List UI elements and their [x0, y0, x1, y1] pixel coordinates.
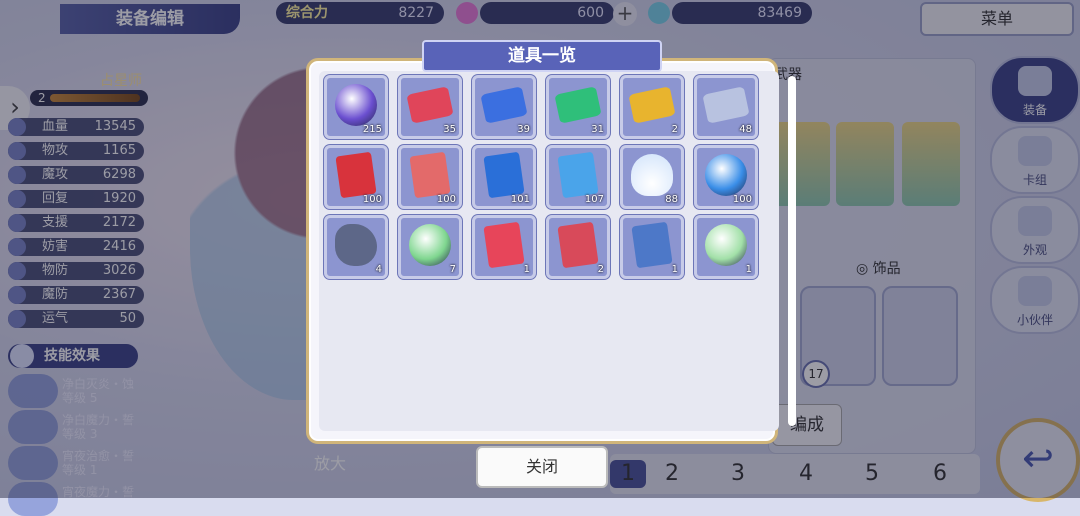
green-feather-token-icon: [409, 224, 451, 266]
item-quantity: 2: [671, 124, 678, 135]
item-slot[interactable]: 1: [694, 215, 758, 279]
dress-card-icon: [483, 221, 525, 269]
item-quantity: 4: [375, 264, 382, 275]
item-quantity: 48: [739, 124, 752, 135]
item-slot[interactable]: 39: [472, 75, 536, 139]
silver-ticket-icon: [702, 86, 750, 124]
item-quantity: 1: [745, 264, 752, 275]
item-slot[interactable]: 35: [398, 75, 462, 139]
item-slot[interactable]: 101: [472, 145, 536, 209]
item-slot[interactable]: 2: [620, 75, 684, 139]
item-quantity: 1: [523, 264, 530, 275]
item-slot[interactable]: 4: [324, 215, 388, 279]
item-quantity: 107: [584, 194, 604, 205]
item-quantity: 101: [510, 194, 530, 205]
item-quantity: 31: [591, 124, 604, 135]
gold-ticket-icon: [628, 86, 676, 124]
blue-ticket-icon: [480, 86, 528, 124]
item-quantity: 88: [665, 194, 678, 205]
blue-devil-card-icon: [557, 151, 599, 199]
green-feather-token-icon: [705, 224, 747, 266]
item-quantity: 39: [517, 124, 530, 135]
close-button[interactable]: 关闭: [476, 446, 608, 488]
purple-orb-icon: [335, 84, 377, 126]
item-slot[interactable]: 100: [398, 145, 462, 209]
blue-crystal-orb-icon: [705, 154, 747, 196]
item-slot[interactable]: 215: [324, 75, 388, 139]
shell-icon: [631, 154, 673, 196]
item-slot[interactable]: 1: [472, 215, 536, 279]
item-slot[interactable]: 7: [398, 215, 462, 279]
item-quantity: 35: [443, 124, 456, 135]
red-devil-card-icon: [335, 151, 377, 199]
item-slot[interactable]: 100: [324, 145, 388, 209]
green-ticket-icon: [554, 86, 602, 124]
red-devil-card-icon: [409, 151, 451, 199]
hat-card-icon: [557, 221, 599, 269]
stone-icon: [335, 224, 377, 266]
item-slot[interactable]: 31: [546, 75, 610, 139]
item-list-scrollbar[interactable]: [788, 76, 796, 426]
item-slot[interactable]: 48: [694, 75, 758, 139]
item-quantity: 100: [732, 194, 752, 205]
staff-card-icon: [631, 221, 673, 269]
item-slot[interactable]: 100: [694, 145, 758, 209]
item-slot[interactable]: 1: [620, 215, 684, 279]
item-slot[interactable]: 2: [546, 215, 610, 279]
item-quantity: 2: [597, 264, 604, 275]
item-slot[interactable]: 107: [546, 145, 610, 209]
dialog-title: 道具一览: [422, 40, 662, 72]
blue-devil-card-icon: [483, 151, 525, 199]
red-ticket-icon: [406, 86, 454, 124]
item-quantity: 100: [362, 194, 382, 205]
item-slot[interactable]: 88: [620, 145, 684, 209]
item-quantity: 1: [671, 264, 678, 275]
item-quantity: 7: [449, 264, 456, 275]
item-quantity: 215: [362, 124, 382, 135]
item-quantity: 100: [436, 194, 456, 205]
